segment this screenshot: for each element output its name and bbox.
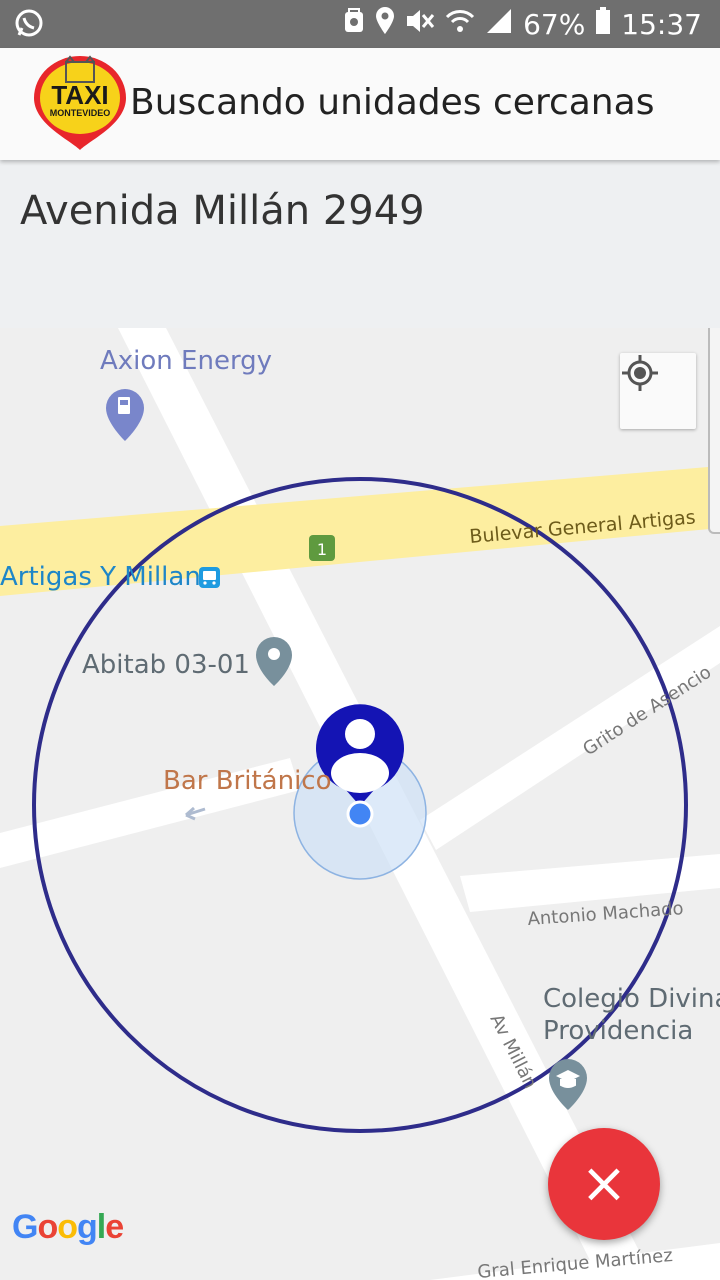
label-abitab[interactable]: Abitab 03-01: [82, 650, 250, 680]
svg-text:TAXI: TAXI: [51, 80, 108, 110]
svg-text:MONTEVIDEO: MONTEVIDEO: [50, 108, 111, 118]
my-location-icon: [622, 355, 658, 391]
google-attribution: Google: [12, 1208, 124, 1246]
page-title: Buscando unidades cercanas: [130, 82, 655, 123]
label-axion[interactable]: Axion Energy: [100, 346, 272, 376]
gas-station-icon[interactable]: [106, 389, 144, 441]
my-location-dot: [346, 800, 374, 828]
location-pin-icon: [375, 6, 395, 42]
label-colegio-line1: Colegio Divina: [543, 984, 720, 1014]
route-badge-label: 1: [317, 540, 327, 559]
battery-icon: [595, 6, 611, 42]
address-panel: Avenida Millán 2949: [0, 160, 720, 328]
gps-icon: [343, 7, 365, 41]
clock: 15:37: [621, 7, 702, 41]
battery-text: 67%: [523, 7, 586, 41]
pin-icon[interactable]: [256, 637, 292, 686]
drawer-handle[interactable]: [708, 328, 720, 534]
label-bar-britanico[interactable]: Bar Británico: [163, 766, 332, 796]
cancel-search-button[interactable]: ×: [548, 1128, 660, 1240]
label-colegio[interactable]: Colegio Divina Providencia: [543, 983, 720, 1047]
my-location-button[interactable]: [620, 353, 696, 429]
map-view[interactable]: 1 Bulevar General Artigas Grito de Asenc…: [0, 328, 720, 1280]
close-icon: ×: [580, 1151, 628, 1216]
signal-icon: [485, 7, 513, 42]
label-artigas-stop[interactable]: Artigas Y Millan: [0, 562, 201, 592]
mute-icon: [405, 7, 435, 42]
status-bar: 67% 15:37: [0, 0, 720, 48]
road-grito-de-asencio: [420, 626, 720, 850]
wifi-icon: [445, 8, 475, 41]
label-colegio-line2: Providencia: [543, 1016, 694, 1046]
taxi-montevideo-logo: TAXI MONTEVIDEO: [30, 54, 130, 154]
bus-stop-icon[interactable]: [199, 567, 220, 588]
whatsapp-icon: [14, 8, 44, 42]
address-text[interactable]: Avenida Millán 2949: [20, 188, 425, 234]
app-bar: TAXI MONTEVIDEO Buscando unidades cercan…: [0, 48, 720, 160]
